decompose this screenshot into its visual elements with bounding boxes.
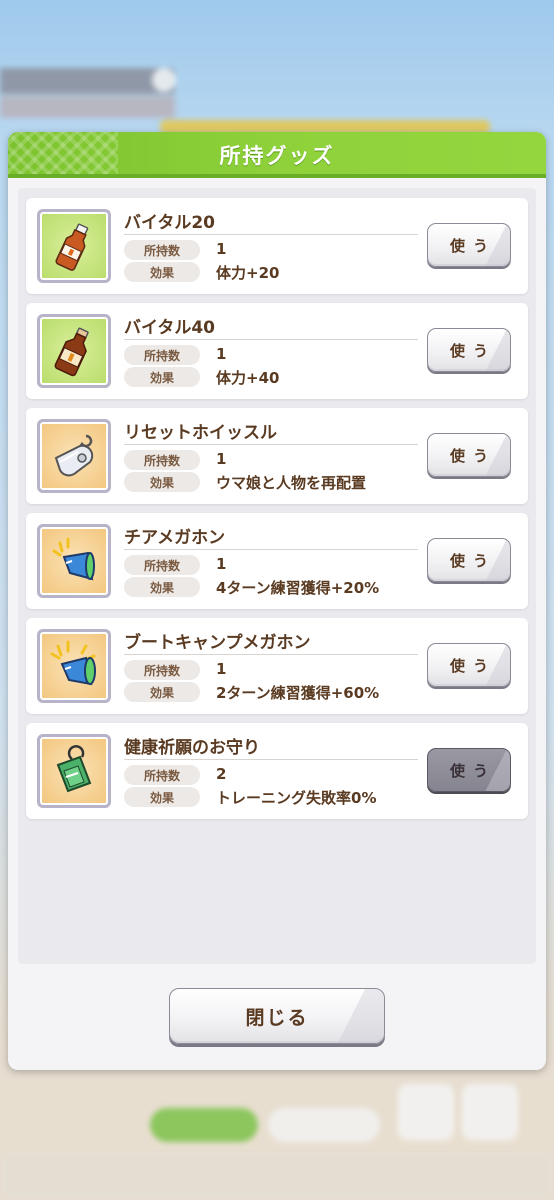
- use-button[interactable]: 使う: [427, 328, 511, 372]
- item-effect: 体力+40: [216, 369, 280, 387]
- item-effect: 体力+20: [216, 264, 280, 282]
- close-button[interactable]: 閉じる: [169, 988, 385, 1044]
- divider: [124, 444, 418, 445]
- item-effect: トレーニング失敗率0%: [216, 789, 377, 807]
- use-button-disabled[interactable]: 使う: [427, 748, 511, 792]
- divider: [124, 339, 418, 340]
- effect-label: 効果: [124, 367, 200, 387]
- divider: [124, 234, 418, 235]
- drink-bottle-icon: [37, 314, 111, 388]
- use-button[interactable]: 使う: [427, 223, 511, 267]
- item-count: 1: [216, 555, 227, 573]
- count-label: 所持数: [124, 660, 200, 680]
- count-label: 所持数: [124, 345, 200, 365]
- bg-bottom-area: [0, 1150, 554, 1200]
- divider: [124, 759, 418, 760]
- items-dialog: 所持グッズ バイタル20 所持数 1 効果 体力+20 使う バイタル40 所持…: [8, 132, 546, 1070]
- use-button[interactable]: 使う: [427, 538, 511, 582]
- item-row: ブートキャンプメガホン 所持数 1 効果 2ターン練習獲得+60% 使う: [26, 618, 528, 714]
- item-name: 健康祈願のお守り: [124, 738, 260, 758]
- item-effect: 2ターン練習獲得+60%: [216, 684, 380, 702]
- bg-skip-button: [150, 1108, 258, 1142]
- bg-info-icon: [152, 68, 176, 92]
- bg-menu-icon: [462, 1084, 518, 1140]
- item-row: チアメガホン 所持数 1 効果 4ターン練習獲得+20% 使う: [26, 513, 528, 609]
- bg-status-bar: [0, 68, 175, 94]
- item-row: バイタル40 所持数 1 効果 体力+40 使う: [26, 303, 528, 399]
- item-effect: ウマ娘と人物を再配置: [216, 474, 367, 492]
- use-button[interactable]: 使う: [427, 433, 511, 477]
- effect-label: 効果: [124, 472, 200, 492]
- effect-label: 効果: [124, 577, 200, 597]
- header-stripe: [8, 174, 546, 178]
- close-button-label: 閉じる: [245, 1006, 309, 1029]
- item-name: チアメガホン: [124, 528, 226, 548]
- item-row: バイタル20 所持数 1 効果 体力+20 使う: [26, 198, 528, 294]
- bg-log-icon: [398, 1084, 454, 1140]
- amulet-icon: [37, 734, 111, 808]
- dialog-header: 所持グッズ: [8, 132, 546, 178]
- bg-secondary-button: [268, 1108, 380, 1142]
- whistle-icon: [37, 419, 111, 493]
- use-button[interactable]: 使う: [427, 643, 511, 687]
- item-count: 1: [216, 240, 227, 258]
- count-label: 所持数: [124, 555, 200, 575]
- count-label: 所持数: [124, 240, 200, 260]
- item-row: リセットホイッスル 所持数 1 効果 ウマ娘と人物を再配置 使う: [26, 408, 528, 504]
- dialog-title: 所持グッズ: [219, 144, 335, 168]
- item-name: バイタル40: [124, 318, 215, 338]
- header-pattern: [8, 132, 118, 178]
- megaphone-icon: [37, 524, 111, 598]
- item-name: バイタル20: [124, 213, 215, 233]
- bg-status-bar-secondary: [0, 96, 175, 118]
- item-count: 2: [216, 765, 227, 783]
- item-count: 1: [216, 345, 227, 363]
- item-count: 1: [216, 660, 227, 678]
- item-effect: 4ターン練習獲得+20%: [216, 579, 380, 597]
- count-label: 所持数: [124, 765, 200, 785]
- drink-bottle-icon: [37, 209, 111, 283]
- effect-label: 効果: [124, 682, 200, 702]
- divider: [124, 549, 418, 550]
- item-name: リセットホイッスル: [124, 423, 277, 443]
- effect-label: 効果: [124, 262, 200, 282]
- items-list[interactable]: バイタル20 所持数 1 効果 体力+20 使う バイタル40 所持数 1 効果…: [18, 188, 536, 964]
- item-row: 健康祈願のお守り 所持数 2 効果 トレーニング失敗率0% 使う: [26, 723, 528, 819]
- megaphone-icon: [37, 629, 111, 703]
- item-name: ブートキャンプメガホン: [124, 633, 311, 653]
- item-count: 1: [216, 450, 227, 468]
- effect-label: 効果: [124, 787, 200, 807]
- divider: [124, 654, 418, 655]
- count-label: 所持数: [124, 450, 200, 470]
